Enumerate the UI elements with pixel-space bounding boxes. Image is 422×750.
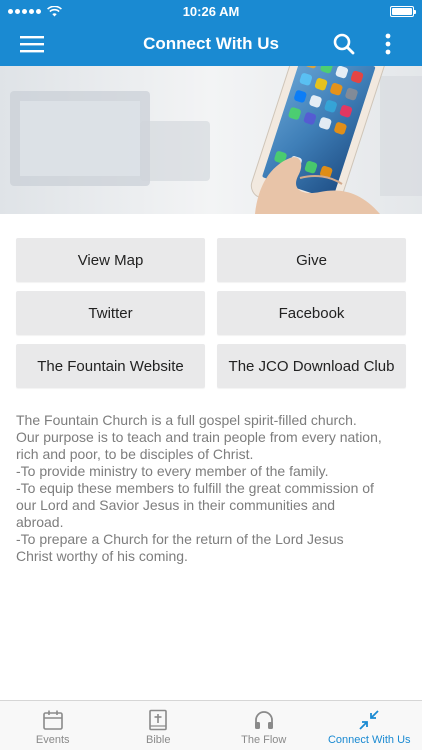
menu-button[interactable] — [10, 22, 54, 66]
page-title: Connect With Us — [143, 34, 279, 53]
jco-download-club-button[interactable]: The JCO Download Club — [217, 344, 406, 388]
status-left — [8, 5, 62, 17]
view-map-button[interactable]: View Map — [16, 238, 205, 282]
search-button[interactable] — [322, 22, 366, 66]
arrows-in-icon — [359, 710, 379, 730]
tab-events[interactable]: Events — [0, 701, 106, 750]
more-vertical-icon — [385, 33, 391, 55]
menu-icon — [20, 36, 44, 53]
battery-level — [392, 7, 412, 15]
signal-strength-icon — [8, 8, 41, 14]
battery-icon — [390, 5, 416, 17]
tab-label: The Flow — [241, 734, 287, 746]
description-line: The Fountain Church is a full gospel spi… — [16, 412, 357, 428]
description-line: rich and poor, to be disciples of Christ… — [16, 446, 254, 462]
tab-bar: Events Bible The Flow Connect With Us — [0, 700, 422, 750]
fountain-website-button[interactable]: The Fountain Website — [16, 344, 205, 388]
tab-label: Events — [35, 734, 70, 746]
tab-label: Connect With Us — [327, 734, 411, 746]
hero-image — [0, 66, 422, 214]
description-line: our Lord and Savior Jesus in their commu… — [16, 497, 336, 513]
wifi-icon — [47, 5, 62, 16]
give-button[interactable]: Give — [217, 238, 406, 282]
tab-label: Bible — [146, 734, 171, 746]
search-icon — [333, 33, 355, 55]
more-options-button[interactable] — [366, 22, 410, 66]
phone-in-hand-illustration — [0, 66, 422, 214]
twitter-button[interactable]: Twitter — [16, 291, 205, 335]
nav-bar: Connect With Us — [0, 22, 422, 66]
headphones-icon — [254, 711, 273, 729]
status-bar: 10:26 AM — [0, 0, 422, 22]
church-description: The Fountain Church is a full gospel spi… — [16, 412, 412, 565]
tab-connect-with-us[interactable]: Connect With Us — [317, 701, 422, 750]
calendar-icon — [42, 710, 63, 730]
description-line: -To prepare a Church for the return of t… — [16, 531, 344, 547]
tab-the-flow[interactable]: The Flow — [211, 701, 317, 750]
description-line: abroad. — [16, 514, 64, 530]
description-line: Our purpose is to teach and train people… — [16, 429, 382, 445]
description-line: -To equip these members to fulfill the g… — [16, 480, 374, 496]
bible-icon — [149, 709, 168, 731]
status-time: 10:26 AM — [182, 3, 240, 19]
description-line: -To provide ministry to every member of … — [16, 463, 329, 479]
facebook-button[interactable]: Facebook — [217, 291, 406, 335]
link-button-grid: View Map Give Twitter Facebook The Fount… — [16, 238, 406, 388]
tab-bible[interactable]: Bible — [106, 701, 212, 750]
description-line: Christ worthy of his coming. — [16, 548, 188, 564]
